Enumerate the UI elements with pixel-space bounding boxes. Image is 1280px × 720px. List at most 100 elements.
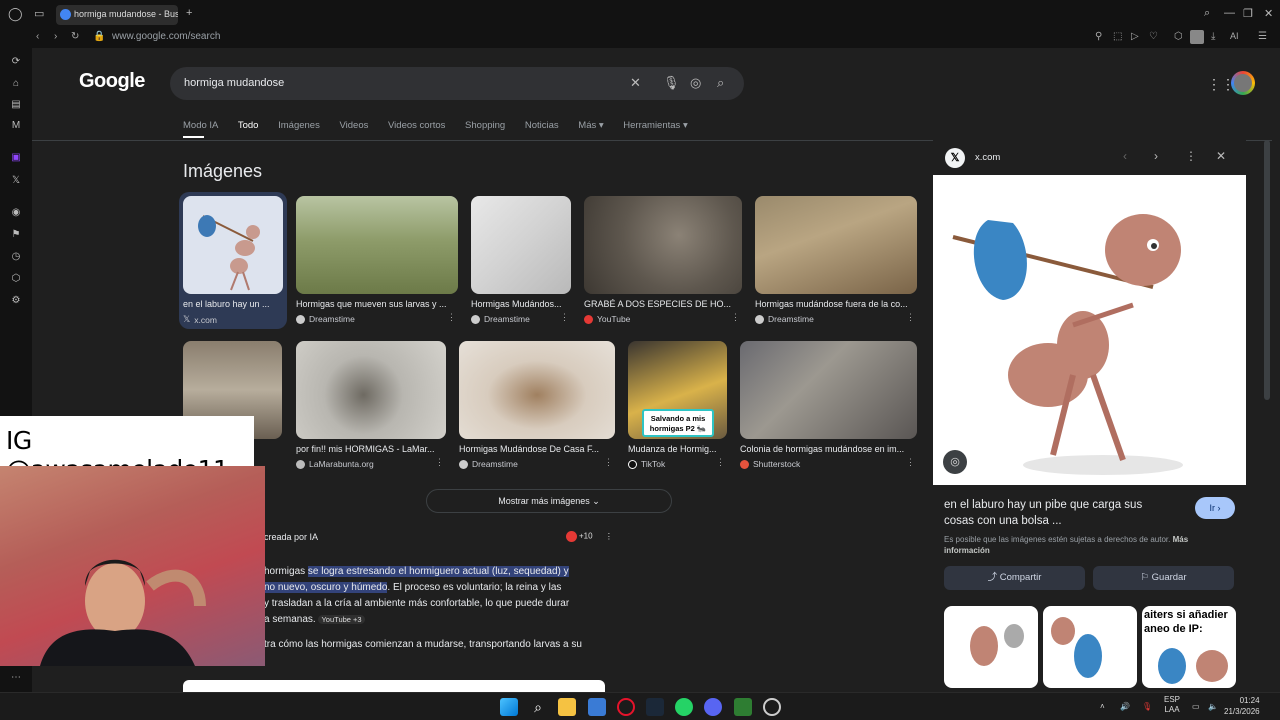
video-result-card[interactable] (183, 680, 605, 692)
menu-icon[interactable]: ☰ (1258, 31, 1267, 42)
snapshot-icon[interactable]: ⬚ (1113, 31, 1122, 42)
extensions-sidebar-icon[interactable]: ⬡ (10, 273, 22, 285)
bookmarks-icon[interactable]: ⚑ (10, 229, 22, 241)
image-thumbnail[interactable] (459, 341, 615, 439)
discord-icon[interactable] (704, 698, 722, 716)
account-avatar[interactable] (1231, 71, 1255, 95)
photos-icon[interactable] (588, 698, 606, 716)
more-options-icon[interactable]: ⋮ (906, 457, 915, 468)
image-thumbnail[interactable] (584, 196, 742, 294)
reload-icon[interactable]: ↻ (71, 31, 79, 42)
settings-icon[interactable]: ⚙ (10, 295, 22, 307)
speed-dial-icon[interactable]: ⟳ (10, 56, 22, 68)
clear-icon[interactable]: ✕ (630, 75, 641, 91)
image-result-card[interactable]: Salvando a mis hormigas P2 🐜 Mudanza de … (628, 341, 727, 469)
tab-todo[interactable]: Todo (238, 120, 259, 131)
ai-highlight[interactable]: se logra estresando el hormiguero actual… (307, 566, 569, 577)
lens-icon[interactable]: ◎ (690, 75, 701, 91)
tab-shopping[interactable]: Shopping (465, 120, 505, 131)
nvidia-icon[interactable] (734, 698, 752, 716)
close-window-icon[interactable]: ✕ (1264, 7, 1273, 20)
opera-gx-icon[interactable] (617, 698, 635, 716)
x-icon[interactable]: 𝕏 (10, 175, 22, 187)
restore-icon[interactable]: ❐ (1243, 7, 1253, 20)
search-taskbar-icon[interactable]: ⌕ (529, 698, 547, 716)
url-field[interactable]: www.google.com/search (112, 31, 220, 42)
browser-tab[interactable]: hormiga mudandose - Bus (56, 5, 178, 25)
tab-modo-ia[interactable]: Modo IA (183, 120, 218, 131)
language-indicator[interactable]: ESP LAA (1164, 695, 1180, 715)
pin-icon[interactable]: ⚲ (1095, 31, 1102, 42)
mail-icon[interactable]: M (10, 120, 22, 132)
image-thumbnail[interactable] (296, 341, 446, 439)
image-thumbnail[interactable] (755, 196, 917, 294)
scrollbar[interactable] (1264, 140, 1270, 400)
next-icon[interactable]: › (1154, 149, 1158, 163)
download-icon[interactable]: ⤓ (1211, 31, 1215, 42)
play-icon[interactable]: ▷ (1131, 31, 1139, 42)
image-thumbnail[interactable] (183, 196, 283, 294)
minimize-icon[interactable]: — (1224, 7, 1235, 19)
preview-image[interactable] (933, 175, 1246, 485)
opera-logo-icon[interactable]: ◯ (8, 6, 23, 22)
save-button[interactable]: ⚐ Guardar (1093, 566, 1234, 590)
preview-source[interactable]: x.com (975, 152, 1000, 163)
tab-noticias[interactable]: Noticias (525, 120, 559, 131)
new-tab-icon[interactable]: + (186, 7, 192, 19)
related-image[interactable] (1043, 606, 1137, 688)
image-thumbnail[interactable] (296, 196, 458, 294)
image-result-card[interactable]: Hormigas que mueven sus larvas y ... Dre… (296, 196, 458, 324)
tab-herramientas[interactable]: Herramientas ▾ (623, 120, 687, 131)
more-options-icon[interactable]: ⋮ (560, 312, 569, 323)
history-icon[interactable]: ◷ (10, 251, 22, 263)
ai-highlight[interactable]: no nuevo, oscuro y húmedo (264, 582, 388, 593)
tab-videos[interactable]: Videos (339, 120, 368, 131)
more-options-icon[interactable]: ⋮ (906, 312, 915, 323)
preview-title[interactable]: en el laburo hay un pibe que carga sus c… (944, 497, 1174, 529)
tab-videos-cortos[interactable]: Videos cortos (388, 120, 445, 131)
image-result-card[interactable]: en el laburo hay un ... 𝕏x.com (179, 192, 287, 329)
whatsapp-icon[interactable] (675, 698, 693, 716)
back-icon[interactable]: ‹ (36, 31, 39, 42)
image-result-card[interactable]: Hormigas Mudándos... Dreamstime ⋮ (471, 196, 571, 324)
show-more-images-button[interactable]: Mostrar más imágenes ⌄ (426, 489, 672, 513)
obs-icon[interactable] (763, 698, 781, 716)
twitch-icon[interactable]: ▣ (10, 152, 22, 164)
tab-menu-icon[interactable]: ▭ (34, 7, 44, 20)
more-options-icon[interactable]: ⋮ (447, 312, 456, 323)
more-icon[interactable]: ⋯ (10, 672, 22, 684)
prev-icon[interactable]: ‹ (1123, 149, 1127, 163)
close-icon[interactable]: ✕ (1216, 149, 1226, 163)
volume-icon[interactable]: 🔈 (1208, 702, 1218, 711)
related-image[interactable] (944, 606, 1038, 688)
ai-sources[interactable]: +10 ⋮ (566, 531, 613, 542)
google-logo[interactable]: Google (79, 70, 145, 93)
speaker-icon[interactable]: 🔊 (1120, 702, 1130, 711)
profile-icon[interactable] (1190, 30, 1204, 44)
search-input[interactable]: hormiga mudandose (184, 77, 284, 89)
extensions-icon[interactable]: ⬡ (1174, 31, 1183, 42)
share-button[interactable]: ⤴ Compartir (944, 566, 1085, 590)
more-options-icon[interactable]: ⋮ (604, 457, 613, 468)
steam-icon[interactable] (646, 698, 664, 716)
related-image[interactable]: aiters si añadier aneo de IP: (1142, 606, 1236, 688)
more-options-icon[interactable]: ⋮ (435, 457, 444, 468)
aria-ai-button[interactable]: AI (1230, 31, 1239, 41)
tray-chevron-icon[interactable]: ˄ (1100, 702, 1105, 711)
image-thumbnail[interactable] (740, 341, 917, 439)
image-result-card[interactable]: Hormigas Mudándose De Casa F... Dreamsti… (459, 341, 615, 469)
network-icon[interactable]: ▭ (1192, 702, 1200, 711)
more-options-icon[interactable]: ⋮ (1185, 149, 1197, 163)
image-result-card[interactable]: GRABÉ A DOS ESPECIES DE HO... YouTube ⋮ (584, 196, 742, 324)
forward-icon[interactable]: › (54, 31, 57, 42)
image-result-card[interactable]: Colonia de hormigas mudándose en im... S… (740, 341, 917, 469)
more-options-icon[interactable]: ⋮ (605, 532, 613, 541)
source-chip[interactable]: YouTube +3 (318, 615, 365, 624)
image-thumbnail[interactable] (471, 196, 571, 294)
image-result-card[interactable]: Hormigas mudándose fuera de la co... Dre… (755, 196, 917, 324)
tab-imagenes[interactable]: Imágenes (278, 120, 320, 131)
mic-icon[interactable]: 🎙 (663, 75, 680, 91)
visit-button[interactable]: Ir › (1195, 497, 1235, 519)
wallet-icon[interactable]: ⌂ (10, 78, 22, 90)
file-explorer-icon[interactable] (558, 698, 576, 716)
